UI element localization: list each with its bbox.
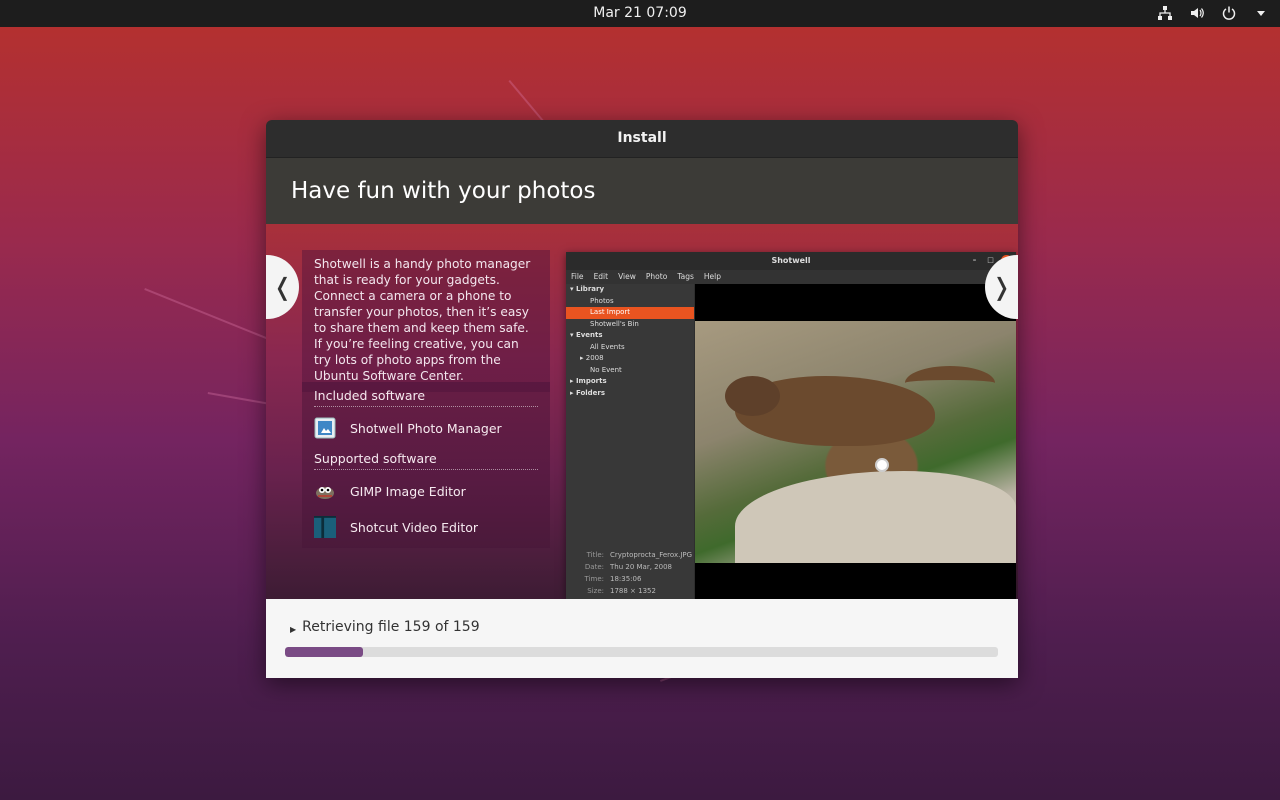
meta-key: Size: bbox=[587, 587, 604, 595]
meta-value: 18:35:06 bbox=[610, 575, 642, 583]
shotwell-menu-item: Edit bbox=[593, 272, 609, 281]
expander-arrow-icon[interactable]: ▶ bbox=[290, 625, 296, 634]
shotwell-sidebar-item: ▸ 2008 bbox=[580, 354, 604, 362]
shotwell-menubar: File Edit View Photo Tags Help bbox=[566, 270, 1016, 284]
chevron-down-icon[interactable] bbox=[1252, 4, 1270, 22]
shotwell-title-text: Shotwell bbox=[771, 256, 811, 265]
shotwell-sidebar-item: All Events bbox=[590, 342, 625, 351]
progress-bar bbox=[285, 647, 998, 657]
shotwell-icon bbox=[314, 417, 336, 439]
shotwell-photo-view bbox=[695, 284, 1016, 599]
clock[interactable]: Mar 21 07:09 bbox=[0, 5, 1280, 21]
meta-value: Cryptoprocta_Ferox.JPG bbox=[610, 551, 693, 559]
mouse-cursor-icon bbox=[875, 458, 889, 472]
shotwell-screenshot: Shotwell – □ ✕ File Edit View Photo Tags… bbox=[566, 252, 1016, 599]
shotwell-title: Shotwell – □ ✕ bbox=[566, 252, 1016, 270]
progress-fill bbox=[285, 647, 364, 657]
status-expander[interactable]: ▶ Retrieving file 159 of 159 bbox=[290, 619, 480, 635]
included-software-name: Shotwell Photo Manager bbox=[350, 420, 502, 436]
shotwell-menu-item: Photo bbox=[645, 272, 668, 281]
supported-software-item: GIMP Image Editor bbox=[314, 476, 538, 506]
shotwell-sidebar-item: ▸ Imports bbox=[570, 377, 607, 385]
supported-software-heading: Supported software bbox=[314, 449, 538, 470]
shotwell-menu-item: Help bbox=[703, 272, 722, 281]
volume-icon[interactable] bbox=[1188, 4, 1206, 22]
shotwell-sidebar-item: Photos bbox=[590, 296, 614, 305]
shotwell-menu-item: Tags bbox=[677, 272, 694, 281]
meta-key: Date: bbox=[584, 563, 604, 571]
slide-description: Shotwell is a handy photo manager that i… bbox=[302, 250, 550, 392]
meta-key: Time: bbox=[584, 575, 605, 583]
software-panel: Included software Shotwell Photo Manager… bbox=[302, 382, 550, 548]
shotwell-sidebar-item: ▾ Events bbox=[570, 331, 603, 339]
network-icon[interactable] bbox=[1156, 4, 1174, 22]
shotwell-sidebar-item: ▾ Library bbox=[570, 285, 605, 293]
status-text: Retrieving file 159 of 159 bbox=[302, 619, 480, 635]
system-tray[interactable] bbox=[1156, 4, 1270, 22]
shotwell-sidebar-item: Last Import bbox=[566, 307, 694, 319]
shotwell-sidebar: ▾ Library Photos Last Import Shotwell's Bin… bbox=[566, 284, 694, 599]
power-icon[interactable] bbox=[1220, 4, 1238, 22]
meta-value: 1788 × 1352 bbox=[610, 587, 656, 595]
shotwell-sidebar-item: No Event bbox=[590, 365, 622, 374]
meta-value: Thu 20 Mar, 2008 bbox=[610, 563, 672, 571]
installer-window: Install Have fun with your photos Shotwe… bbox=[266, 120, 1018, 678]
supported-software-name: GIMP Image Editor bbox=[350, 483, 466, 499]
gimp-icon bbox=[314, 480, 336, 502]
meta-key: Title: bbox=[586, 551, 604, 559]
photo-metadata: Title: Cryptoprocta_Ferox.JPG Date: Thu 20… bbox=[566, 549, 694, 597]
install-progress-area: ▶ Retrieving file 159 of 159 bbox=[266, 599, 1018, 678]
supported-software-name: Shotcut Video Editor bbox=[350, 519, 479, 535]
slide-heading: Have fun with your photos bbox=[266, 158, 1018, 224]
minimize-icon: – bbox=[972, 256, 977, 264]
window-title: Install bbox=[266, 120, 1018, 158]
background-line bbox=[144, 288, 285, 347]
shotwell-sidebar-item: ▸ Folders bbox=[570, 388, 606, 397]
shotcut-icon bbox=[314, 516, 336, 538]
shotwell-menu-item: File bbox=[571, 272, 584, 281]
top-bar: Mar 21 07:09 bbox=[0, 0, 1280, 27]
shotwell-sidebar-item: Shotwell's Bin bbox=[590, 319, 639, 328]
slideshow: Shotwell is a handy photo manager that i… bbox=[266, 224, 1018, 599]
fossa-photo bbox=[695, 321, 1016, 563]
included-software-heading: Included software bbox=[314, 386, 538, 407]
shotwell-menu-item: View bbox=[618, 272, 636, 281]
supported-software-item: Shotcut Video Editor bbox=[314, 512, 538, 542]
included-software-item: Shotwell Photo Manager bbox=[314, 413, 538, 443]
background-line bbox=[207, 392, 268, 405]
